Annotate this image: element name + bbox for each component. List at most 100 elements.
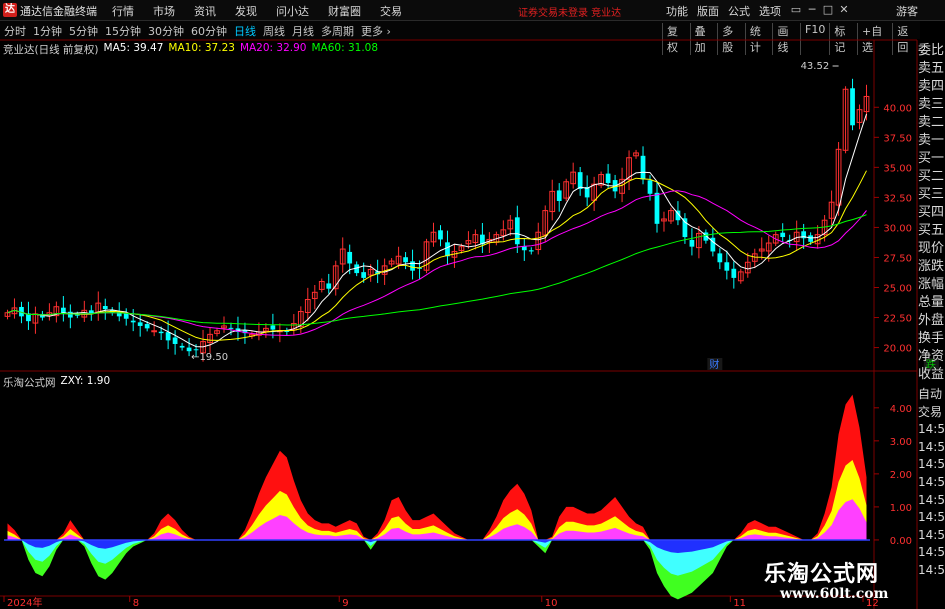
y-tick-label: 27.50 bbox=[883, 253, 912, 264]
tick-row-label: 14:56 bbox=[918, 457, 945, 472]
candle-down bbox=[528, 250, 534, 252]
quote-row-label: 外盘 bbox=[918, 313, 945, 328]
tick-row-label: 14:56 bbox=[918, 492, 945, 507]
quote-row-label: 总量 bbox=[918, 295, 945, 310]
zxy-green-area bbox=[7, 539, 867, 600]
ma5-line bbox=[7, 113, 867, 348]
candle-down bbox=[724, 262, 730, 271]
x-tick-label: 2024年 bbox=[7, 596, 42, 609]
event-tag: 财 bbox=[709, 358, 719, 371]
candle-down bbox=[403, 257, 408, 263]
kline-chart[interactable]: 20.00 22.50 25.00 27.50 30.00 32.50 35.00 37.50… bbox=[0, 0, 945, 609]
candle-down bbox=[186, 347, 192, 352]
candle-down bbox=[123, 313, 129, 319]
tick-row-label: 14:56 bbox=[918, 510, 945, 525]
quote-row-label: 卖四 bbox=[918, 79, 945, 94]
ma10-line bbox=[7, 170, 867, 341]
y-tick-label: 32.50 bbox=[883, 193, 912, 204]
x-tick-label: 10 bbox=[545, 598, 558, 609]
watermark: 乐淘公式网 www.60lt.com bbox=[756, 556, 916, 606]
candle-down bbox=[165, 332, 171, 341]
candle-down bbox=[326, 283, 332, 289]
tick-row-label: 14:56 bbox=[918, 545, 945, 560]
candle-down bbox=[605, 173, 611, 183]
quote-row-label: 换手 bbox=[918, 331, 945, 346]
candle-down bbox=[647, 180, 653, 194]
quote-row-label: 涨幅 bbox=[918, 277, 945, 292]
x-tick-label: 11 bbox=[733, 598, 746, 609]
zxy-yellow-area bbox=[7, 460, 867, 540]
y-tick-label: 37.50 bbox=[883, 133, 912, 144]
x-tick-label: 8 bbox=[133, 598, 139, 609]
low-price-label: ←19.50 bbox=[191, 352, 228, 363]
candle-down bbox=[654, 192, 660, 224]
quote-row-label: 卖二 bbox=[918, 115, 945, 130]
candle-down bbox=[682, 218, 688, 238]
sub-y-tick-label: 3.00 bbox=[890, 437, 912, 448]
candle-down bbox=[514, 217, 520, 245]
quote-row-label: 买四 bbox=[918, 205, 945, 220]
candle-down bbox=[556, 190, 562, 201]
candle-down bbox=[717, 253, 723, 263]
candle-up bbox=[151, 330, 158, 333]
y-tick-label: 30.00 bbox=[883, 223, 912, 234]
candle-down bbox=[144, 324, 150, 329]
quote-panel: 委比卖五卖四卖三卖二卖一买一买二买三买四买五现价涨跌涨幅总量外盘换手净资收益 bbox=[918, 42, 945, 384]
candle-down bbox=[74, 314, 80, 316]
candle-down bbox=[137, 322, 143, 326]
candle-down bbox=[172, 337, 178, 344]
quote-row-label: 现价 bbox=[918, 241, 945, 256]
candle-down bbox=[850, 88, 855, 126]
quote-row-label: 买五 bbox=[918, 223, 945, 238]
candle-down bbox=[130, 320, 136, 323]
candle-down bbox=[102, 306, 108, 310]
quote-row-label: 买一 bbox=[918, 151, 945, 166]
candle-down bbox=[67, 311, 73, 318]
quote-row-label: 卖一 bbox=[918, 133, 945, 148]
candle-down bbox=[361, 272, 367, 278]
candle-down bbox=[193, 349, 199, 351]
candle-down bbox=[689, 239, 695, 247]
tick-row-label: 14:56 bbox=[918, 562, 945, 577]
tick-row-label: 14:56 bbox=[918, 527, 945, 542]
candle-down bbox=[179, 345, 185, 348]
candle-down bbox=[438, 230, 443, 240]
tick-panel: 自动交易 14:56 14:56 14:56 14:56 14:56 14:56 14:56 1… bbox=[918, 386, 945, 580]
tick-row-label: 交易 bbox=[918, 404, 943, 419]
sub-y-tick-label: 1.00 bbox=[890, 503, 912, 514]
quote-row-label: 收益 bbox=[918, 367, 945, 382]
quote-row-label: 涨跌 bbox=[918, 259, 945, 274]
quote-row-label: 卖五 bbox=[918, 61, 945, 76]
quote-row-label: 卖三 bbox=[918, 97, 945, 112]
quote-row-label: 委比 bbox=[918, 43, 945, 58]
candle-down bbox=[577, 172, 583, 189]
candle-down bbox=[445, 242, 450, 257]
candle-down bbox=[731, 268, 737, 278]
candle-down bbox=[60, 307, 66, 313]
quote-row-label: 买二 bbox=[918, 169, 945, 184]
quote-row-label: 净资 bbox=[918, 349, 945, 364]
quote-row-label: 买三 bbox=[918, 187, 945, 202]
sub-y-tick-label: 0.00 bbox=[890, 536, 912, 547]
tick-row-label: 14:56 bbox=[918, 422, 945, 437]
y-tick-label: 22.50 bbox=[883, 314, 912, 325]
ma60-line bbox=[7, 214, 867, 326]
y-tick-label: 40.00 bbox=[883, 103, 912, 114]
y-tick-label: 25.00 bbox=[883, 284, 912, 295]
tick-row-label: 14:56 bbox=[918, 439, 945, 454]
zxy-cyan-area bbox=[7, 539, 867, 576]
sub-y-tick-label: 2.00 bbox=[890, 470, 912, 481]
y-tick-label: 20.00 bbox=[883, 344, 912, 355]
x-tick-label: 9 bbox=[342, 598, 348, 609]
candle-down bbox=[780, 232, 786, 238]
candle-down bbox=[640, 155, 646, 180]
sub-y-tick-label: 4.00 bbox=[890, 404, 912, 415]
candle-down bbox=[347, 251, 353, 264]
candle-down bbox=[808, 235, 814, 242]
y-tick-label: 35.00 bbox=[883, 163, 912, 174]
watermark-title: 乐淘公式网 bbox=[764, 562, 880, 587]
candle-down bbox=[270, 325, 276, 330]
tick-row-label: 14:56 bbox=[918, 474, 945, 489]
candle-down bbox=[228, 327, 234, 329]
candle-down bbox=[158, 331, 164, 334]
